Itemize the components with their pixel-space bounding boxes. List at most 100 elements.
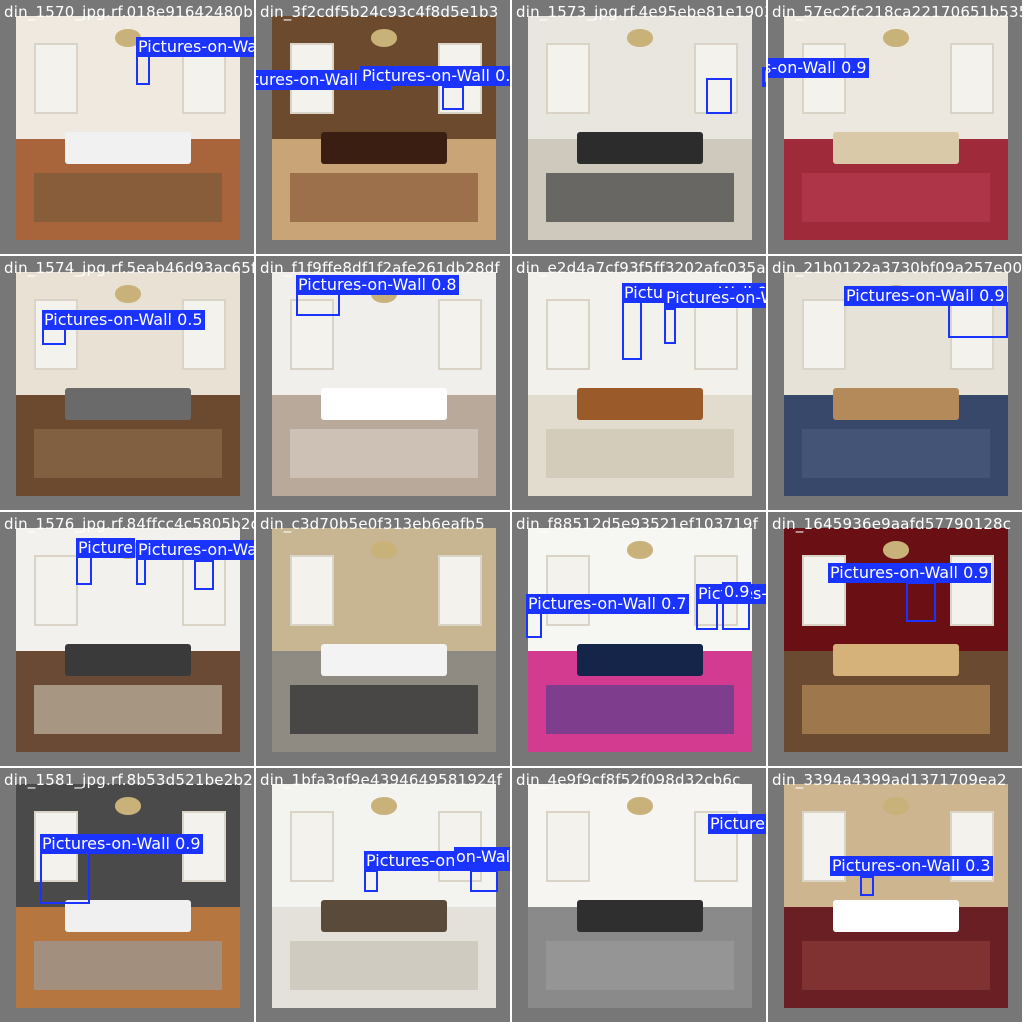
window [289,554,335,627]
dining-table [833,900,959,932]
detection-label: Picture [76,538,136,558]
detection-label: Pictures-on-Wall 0.9 [768,58,869,78]
room-photo [272,16,496,240]
rug [545,684,735,735]
image-tile: din_1570_jpg.rf.018e91642480b3f60c4f9 Pic… [0,0,254,254]
dining-table [65,132,191,164]
detection-grid: din_1570_jpg.rf.018e91642480b3f60c4f9 Pic… [0,0,1024,1024]
detection-label: Pictures-on-Wall 0.3 [708,814,766,834]
detection-box [40,852,90,904]
image-tile: din_1bfa3gf9e4394649581924f Pictures-on-W… [256,768,510,1022]
image-filename: din_1645936e9aafd57790128c [772,515,1012,533]
window [289,810,335,883]
image-tile: din_4e9f9cf8f52f098d32cb6c Pictures-on-Wa… [512,768,766,1022]
detection-box [906,582,936,622]
image-filename: din_1574_jpg.rf.5eab46d93ac65f8f83e0b [4,259,254,277]
image-tile: din_3394a4399ad1371709ea2 Pictures-on-Wal… [768,768,1022,1022]
window [801,298,847,371]
rug [801,428,991,479]
rug [289,428,479,479]
dining-table [321,900,447,932]
dining-table [65,388,191,420]
dining-table [321,644,447,676]
window [693,298,739,371]
detection-box [136,55,150,85]
window [437,298,483,371]
image-tile: din_1576_jpg.rf.84ffcc4c5805b2d79b Pictur… [0,512,254,766]
rug [545,940,735,991]
image-filename: din_f88512d5e93521ef103719f [516,515,759,533]
room-photo [16,272,240,496]
rug [33,940,223,991]
detection-box [296,292,340,316]
dining-table [577,900,703,932]
rug [289,940,479,991]
dining-table [577,644,703,676]
detection-label: Pictures-on-Wall 0.3 [830,856,993,876]
dining-table [321,132,447,164]
image-tile: din_1574_jpg.rf.5eab46d93ac65f8f83e0b Pic… [0,256,254,510]
window [437,554,483,627]
room-photo [528,528,752,752]
detection-box [622,300,642,360]
image-filename: din_1573_jpg.rf.4e95ebe81e1903d24471 [516,3,766,21]
image-filename: din_1570_jpg.rf.018e91642480b3f60c4f9 [4,3,254,21]
image-tile: din_1645936e9aafd57790128c Pictures-on-Wa… [768,512,1022,766]
rug [33,684,223,735]
image-tile: din_f88512d5e93521ef103719f Pictures-on-W… [512,512,766,766]
window [949,42,995,115]
image-tile: din_57ec2fc218ca22170651b535242af0257 Pic… [768,0,1022,254]
dining-table [833,388,959,420]
image-filename: din_c3d70b5e0f313eb6eafb5 [260,515,485,533]
image-tile: din_21b0122a3730bf09a257e00e Pictures-on-… [768,256,1022,510]
image-tile: din_c3d70b5e0f313eb6eafb5 [256,512,510,766]
rug [289,172,479,223]
image-filename: din_3f2cdf5b24c93c4f8d5e1b3 [260,3,499,21]
image-filename: din_3394a4399ad1371709ea2 [772,771,1007,789]
window [801,42,847,115]
detection-box [706,78,732,114]
image-filename: din_57ec2fc218ca22170651b535242af0257 [772,3,1022,21]
window [33,42,79,115]
detection-label: Pictures-on-Wall 0.9 [40,834,203,854]
rug [545,428,735,479]
detection-label: 0.9 [722,582,752,602]
detection-box [696,600,718,630]
image-filename: din_1581_jpg.rf.8b53d521be2b2b2b27560 [4,771,254,789]
detection-box [722,600,750,630]
dining-table [65,900,191,932]
image-filename: din_4e9f9cf8f52f098d32cb6c [516,771,741,789]
rug [33,428,223,479]
detection-label: on-Wall 0.9 [454,847,510,867]
rug [33,172,223,223]
dining-table [577,388,703,420]
detection-label: Pictures-on-Wall 0.8 [136,540,254,560]
detection-label: Pictures-on-Wall 0.7 [136,37,254,57]
detection-box [364,870,378,892]
room-photo [784,16,1008,240]
window [545,42,591,115]
window [545,810,591,883]
detection-box [76,555,92,585]
window [545,554,591,627]
image-tile: din_1581_jpg.rf.8b53d521be2b2b2b27560 Pic… [0,768,254,1022]
room-photo [784,784,1008,1008]
rug [801,684,991,735]
detection-box [194,560,214,590]
room-photo [272,784,496,1008]
dining-table [577,132,703,164]
image-tile: din_1573_jpg.rf.4e95ebe81e1903d24471 Pict… [512,0,766,254]
rug [545,172,735,223]
dining-table [833,644,959,676]
dining-table [321,388,447,420]
detection-label: Pictures-on-Wall 0.9 [828,563,991,583]
detection-label: Pictures-on-Wall 0.4 [360,66,510,86]
dining-table [65,644,191,676]
detection-label: Pictures-on-Wall 0.8 [296,275,459,295]
room-photo [272,528,496,752]
detection-box [664,308,676,344]
image-filename: din_e2d4a7cf93f5ff3202afc035a [516,259,766,277]
detection-label: Pictures-on-Wall 0.5 [42,310,205,330]
image-tile: din_e2d4a7cf93f5ff3202afc035a Pictures-on… [512,256,766,510]
detection-box [948,302,1008,338]
